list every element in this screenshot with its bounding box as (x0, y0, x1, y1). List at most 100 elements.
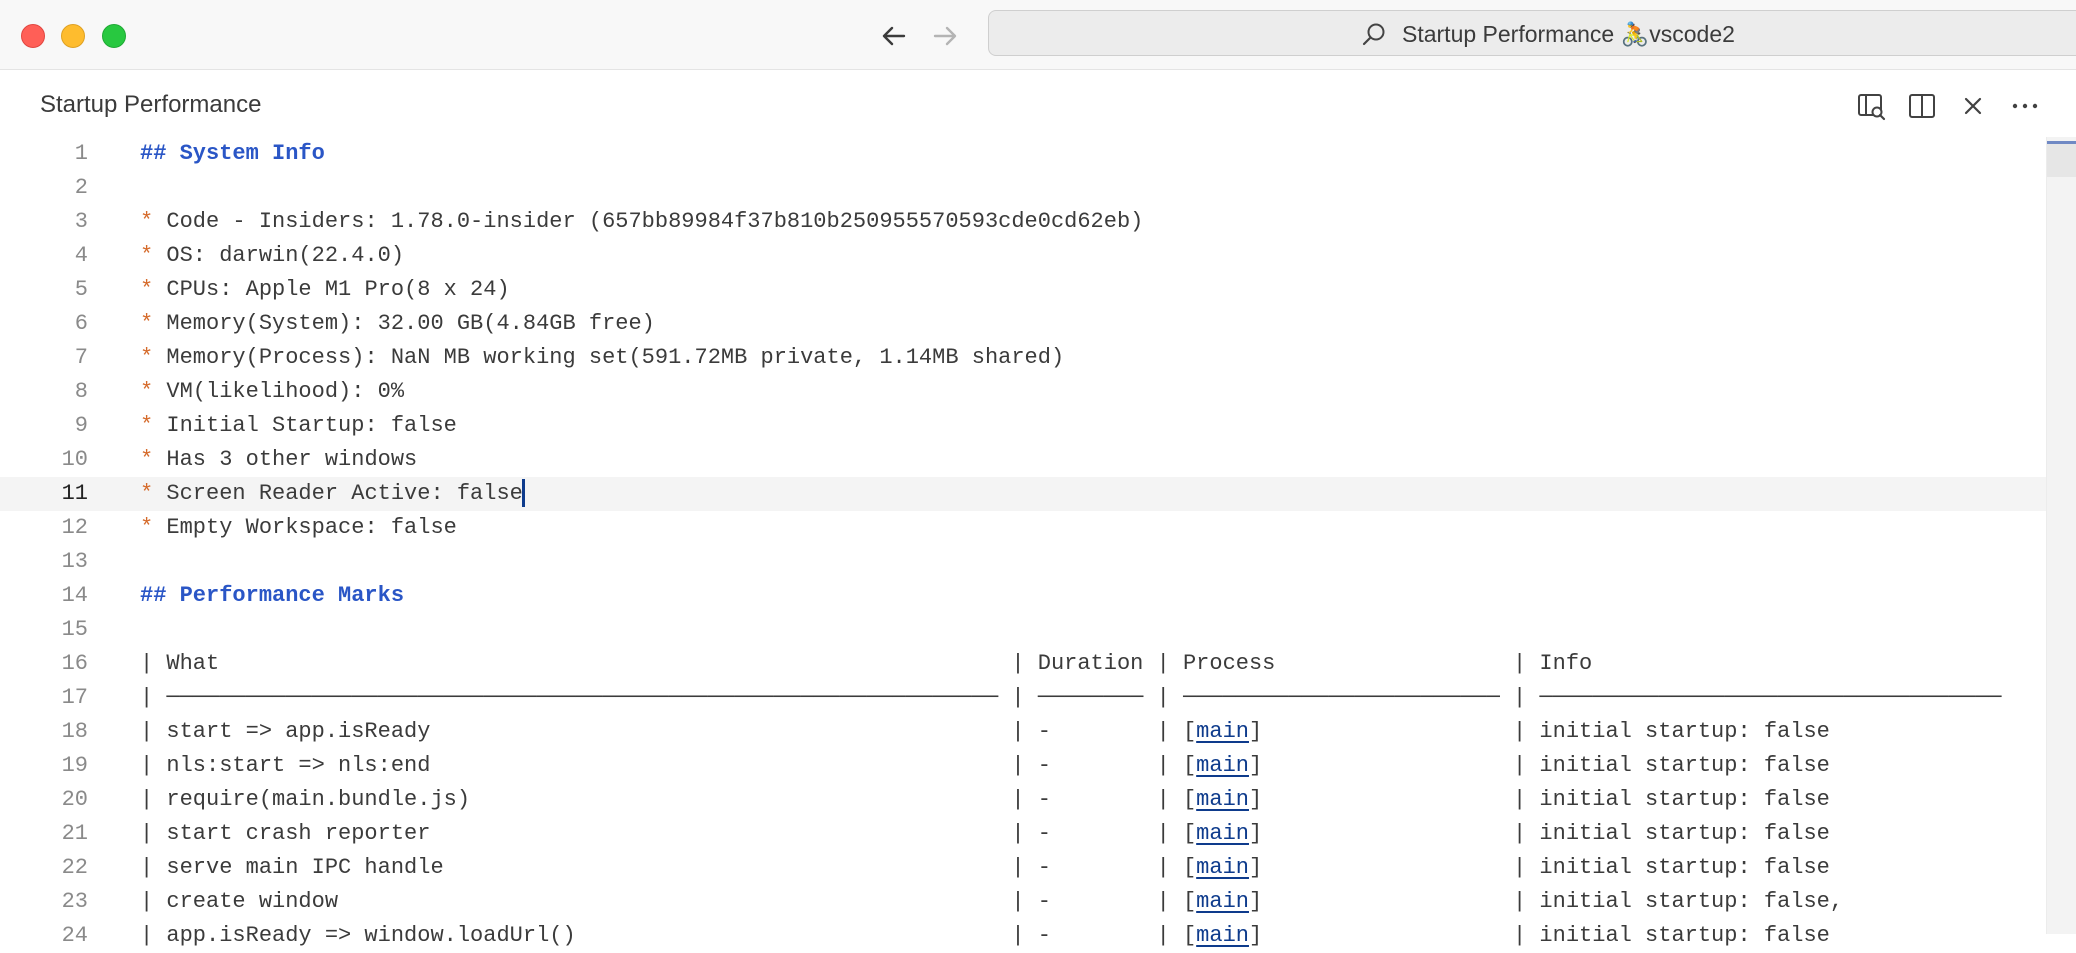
search-icon (1362, 23, 1385, 46)
editor-line[interactable]: 22 | serve main IPC handle | - | [main] |… (0, 851, 2046, 885)
text-cursor (521, 479, 525, 508)
vertical-scrollbar[interactable] (2046, 137, 2076, 934)
markdown-heading: ## System Info (140, 141, 325, 166)
editor-line[interactable]: 6 * Memory(System): 32.00 GB(4.84GB free) (0, 307, 2046, 341)
list-bullet: * (140, 345, 154, 370)
list-bullet: * (140, 243, 154, 268)
line-content: * Code - Insiders: 1.78.0-insider (657bb… (140, 205, 1143, 239)
line-content: * Memory(System): 32.00 GB(4.84GB free) (140, 307, 655, 341)
go-forward-button[interactable] (928, 19, 962, 53)
line-number: 1 (74, 141, 88, 166)
line-content: * Memory(Process): NaN MB working set(59… (140, 341, 1064, 375)
list-bullet: * (140, 447, 154, 472)
editor-line[interactable]: 3 * Code - Insiders: 1.78.0-insider (657b… (0, 205, 2046, 239)
process-link[interactable]: main (1196, 923, 1249, 948)
editor-line[interactable]: 7 * Memory(Process): NaN MB working set(5… (0, 341, 2046, 375)
code-text: Memory(Process): NaN MB working set(591.… (153, 345, 1065, 370)
editor-tab-title: Startup Performance (40, 91, 262, 118)
line-number: 5 (74, 277, 88, 302)
editor-line[interactable]: 1 ## System Info (0, 137, 2046, 171)
process-link[interactable]: main (1196, 787, 1249, 812)
editor-line[interactable]: 9 * Initial Startup: false (0, 409, 2046, 443)
editor-line[interactable]: 20 | require(main.bundle.js) | - | [main]… (0, 783, 2046, 817)
line-number: 17 (61, 685, 88, 710)
line-content: | require(main.bundle.js) | - | [main] |… (140, 783, 1830, 817)
more-actions-button[interactable] (2009, 90, 2041, 122)
editor-line[interactable]: 12 * Empty Workspace: false (0, 511, 2046, 545)
code-text: | start crash reporter | - | [ (140, 821, 1197, 846)
code-text: Code - Insiders: 1.78.0-insider (657bb89… (153, 209, 1144, 234)
code-text: ] | initial startup: false (1248, 753, 1830, 778)
close-window-button[interactable] (21, 24, 45, 48)
split-editor-button[interactable] (1906, 90, 1938, 122)
line-number: 11 (61, 481, 88, 506)
line-number: 13 (61, 549, 88, 574)
command-center-label: Startup Performance 🚴vscode2 (1402, 21, 1735, 47)
line-number: 10 (61, 447, 88, 472)
editor-line[interactable]: 17 | ────────────────────────────────────… (0, 681, 2046, 715)
editor-line[interactable]: 18 | start => app.isReady | - | [main] | … (0, 715, 2046, 749)
editor-line[interactable]: 4 * OS: darwin(22.4.0) (0, 239, 2046, 273)
code-text: ] | initial startup: false (1248, 719, 1830, 744)
line-number: 18 (61, 719, 88, 744)
code-text: | nls:start => nls:end | - | [ (140, 753, 1197, 778)
line-number: 12 (61, 515, 88, 540)
editor-line[interactable]: 21 | start crash reporter | - | [main] | … (0, 817, 2046, 851)
open-preview-button[interactable] (1855, 90, 1887, 122)
code-text: ] | initial startup: false (1248, 821, 1830, 846)
editor-line[interactable]: 11 * Screen Reader Active: false (0, 477, 2046, 511)
editor-line[interactable]: 5 * CPUs: Apple M1 Pro(8 x 24) (0, 273, 2046, 307)
scrollbar-thumb[interactable] (2047, 141, 2076, 177)
editor-line[interactable]: 13 (0, 545, 2046, 579)
line-number: 7 (74, 345, 88, 370)
code-text: | serve main IPC handle | - | [ (140, 855, 1197, 880)
line-number: 8 (74, 379, 88, 404)
line-content: * Has 3 other windows (140, 443, 417, 477)
line-number: 3 (74, 209, 88, 234)
code-text: Initial Startup: false (153, 413, 457, 438)
editor-line[interactable]: 10 * Has 3 other windows (0, 443, 2046, 477)
code-text: CPUs: Apple M1 Pro(8 x 24) (153, 277, 510, 302)
close-editor-button[interactable] (1957, 90, 1989, 122)
command-center[interactable]: Startup Performance 🚴vscode2 (988, 10, 2076, 56)
editor-text-area[interactable]: 1 ## System Info 2 3 * Code - Insiders: 1.78… (0, 137, 2046, 948)
editor-line[interactable]: 2 (0, 171, 2046, 205)
process-link[interactable]: main (1196, 753, 1249, 778)
line-content: | start crash reporter | - | [main] | in… (140, 817, 1830, 851)
code-text: ] | initial startup: false, (1248, 889, 1844, 914)
list-bullet: * (140, 209, 154, 234)
editor-line[interactable]: 14 ## Performance Marks (0, 579, 2046, 613)
line-number: 2 (74, 175, 88, 200)
arrow-left-icon (882, 26, 906, 46)
editor-line[interactable]: 15 (0, 613, 2046, 647)
code-text: ] | initial startup: false (1248, 855, 1830, 880)
process-link[interactable]: main (1196, 821, 1249, 846)
process-link[interactable]: main (1196, 719, 1249, 744)
editor-line[interactable]: 23 | create window | - | [main] | initial… (0, 885, 2046, 919)
code-text: Screen Reader Active: false (153, 481, 523, 506)
line-content: * Screen Reader Active: false (140, 477, 525, 511)
line-content: | What | Duration | Process | Info (140, 647, 1592, 681)
list-bullet: * (140, 311, 154, 336)
minimize-window-button[interactable] (61, 24, 85, 48)
list-bullet: * (140, 277, 154, 302)
go-back-button[interactable] (877, 19, 911, 53)
line-content: | nls:start => nls:end | - | [main] | in… (140, 749, 1830, 783)
zoom-window-button[interactable] (102, 24, 126, 48)
line-content: * VM(likelihood): 0% (140, 375, 404, 409)
line-number: 6 (74, 311, 88, 336)
line-content: * OS: darwin(22.4.0) (140, 239, 404, 273)
editor-line[interactable]: 19 | nls:start => nls:end | - | [main] | … (0, 749, 2046, 783)
code-text: VM(likelihood): 0% (153, 379, 405, 404)
line-number: 15 (61, 617, 88, 642)
code-text: ] | initial startup: false (1248, 923, 1830, 948)
line-content: | app.isReady => window.loadUrl() | - | … (140, 919, 1830, 953)
process-link[interactable]: main (1196, 855, 1249, 880)
editor-line[interactable]: 8 * VM(likelihood): 0% (0, 375, 2046, 409)
title-bar: Startup Performance 🚴vscode2 (0, 0, 2076, 70)
editor-line[interactable]: 24 | app.isReady => window.loadUrl() | - … (0, 919, 2046, 953)
list-bullet: * (140, 413, 154, 438)
process-link[interactable]: main (1196, 889, 1249, 914)
editor-line[interactable]: 16 | What | Duration | Process | Info (0, 647, 2046, 681)
list-bullet: * (140, 379, 154, 404)
